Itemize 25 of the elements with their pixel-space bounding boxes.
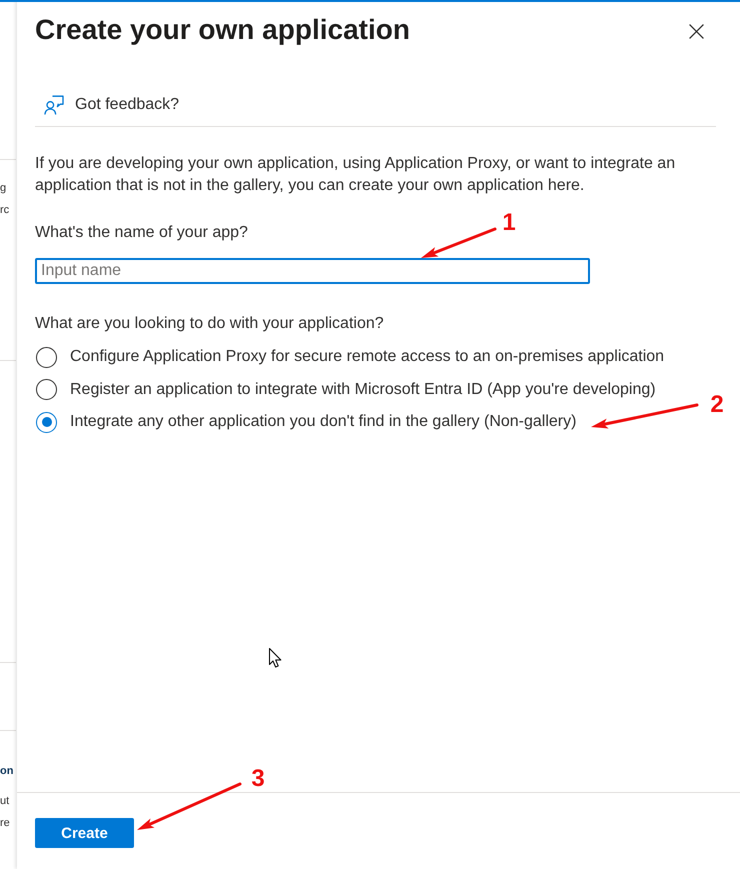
close-button[interactable] (689, 24, 704, 39)
background-text: on (0, 764, 14, 779)
radio-button[interactable] (36, 412, 57, 433)
radio-button[interactable] (36, 346, 57, 368)
question-label: What are you looking to do with your application? (35, 314, 384, 334)
close-icon (689, 24, 704, 39)
feedback-link[interactable]: Got feedback? (35, 88, 180, 122)
annotation-number: 2 (710, 391, 724, 418)
field-label: What's the name of your app? (35, 223, 248, 243)
mouse-pointer-icon (269, 648, 282, 668)
background-text: ut (0, 794, 10, 809)
option-label[interactable]: Integrate any other application you don't find in the gallery (Non-gallery) (70, 413, 576, 432)
annotation-number: 3 (251, 765, 265, 792)
feedback-icon (44, 95, 64, 115)
background-text: rc (0, 203, 10, 218)
background-text: re (0, 816, 10, 831)
annotation-number: 1 (502, 209, 516, 236)
background-text: g (0, 181, 6, 196)
radio-button[interactable] (36, 379, 57, 400)
dialog-title: Create your own application (35, 13, 410, 47)
description-text: If you are developing your own application, using Application Proxy, or want to integrate an application that is not in the gallery, you can create your own application here. (35, 154, 676, 196)
option-label[interactable]: Configure Application Proxy for secure remote access to an on-premises application (70, 348, 664, 366)
option-label[interactable]: Register an application to integrate with Microsoft Entra ID (App you're developing) (70, 380, 656, 399)
create-button[interactable]: Create (35, 818, 134, 848)
name-input[interactable]: Input name (35, 258, 590, 284)
